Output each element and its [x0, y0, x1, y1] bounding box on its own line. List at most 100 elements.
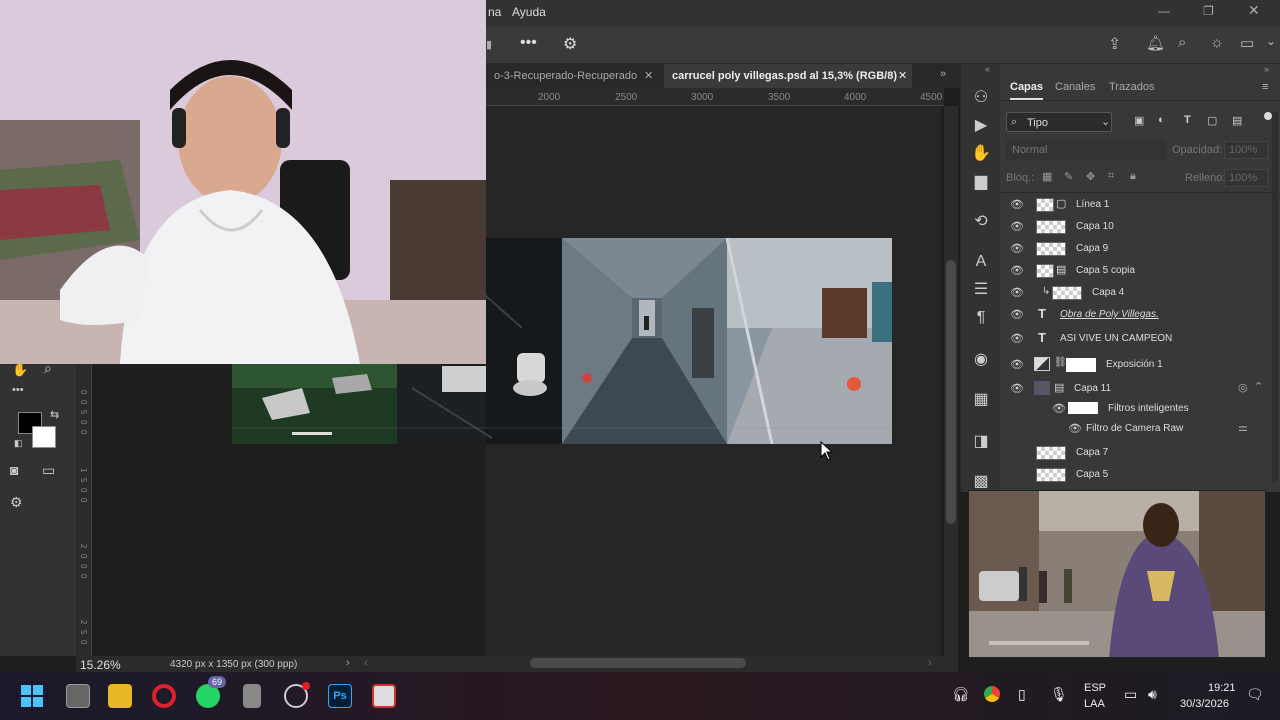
- task-view-icon[interactable]: [66, 684, 90, 708]
- tab-carrucel[interactable]: carrucel poly villegas.psd al 15,3% (RGB…: [664, 64, 912, 88]
- filter-options-icon[interactable]: ⚌: [1238, 421, 1248, 434]
- lock-artboard-icon[interactable]: ⌗: [1108, 170, 1114, 183]
- bell-icon[interactable]: 🔔︎: [1146, 34, 1165, 52]
- collapse-panel-icon[interactable]: »: [1264, 64, 1269, 74]
- menu-item-help[interactable]: Ayuda: [512, 5, 546, 19]
- obs-icon[interactable]: [284, 682, 310, 708]
- visibility-eye-icon[interactable]: 👁︎: [1052, 402, 1066, 415]
- close-tab-icon[interactable]: ✕: [644, 64, 653, 88]
- keyboard-layout[interactable]: LAA: [1084, 698, 1105, 710]
- tab-capas[interactable]: Capas: [1010, 81, 1044, 100]
- scroll-right-icon[interactable]: ›: [928, 657, 932, 669]
- adjustments-icon[interactable]: ☰: [971, 280, 991, 300]
- chevron-right-icon[interactable]: ›: [346, 657, 350, 669]
- visibility-eye-icon[interactable]: 👁︎: [1010, 242, 1024, 255]
- lock-transparency-icon[interactable]: ▦: [1042, 170, 1052, 183]
- opera-browser-icon[interactable]: [152, 684, 176, 708]
- layer-row[interactable]: 👁︎ Filtro de Camera Raw ⚌: [1000, 418, 1270, 440]
- fill-field[interactable]: 100%: [1224, 169, 1268, 187]
- layer-row[interactable]: Capa 5: [1000, 464, 1270, 486]
- workspace-icon[interactable]: ▭: [1240, 34, 1254, 52]
- chevron-up-icon[interactable]: ⌃: [1254, 380, 1263, 393]
- filter-toggle[interactable]: [1264, 112, 1272, 120]
- opacity-field[interactable]: 100%: [1224, 141, 1268, 159]
- chrome-tray-icon[interactable]: [984, 686, 1000, 702]
- visibility-eye-icon[interactable]: [1010, 446, 1024, 458]
- visibility-eye-icon[interactable]: 👁︎: [1010, 382, 1024, 395]
- background-color-swatch[interactable]: [32, 426, 56, 448]
- lock-position-icon[interactable]: ✥: [1086, 170, 1095, 183]
- usb-app-icon[interactable]: [243, 684, 261, 708]
- minimize-icon[interactable]: —: [1158, 4, 1170, 18]
- visibility-eye-icon[interactable]: 👁︎: [1010, 332, 1024, 345]
- scroll-left-icon[interactable]: ‹: [364, 657, 368, 669]
- clock-date[interactable]: 30/3/2026: [1180, 698, 1229, 710]
- close-window-icon[interactable]: ✕: [1248, 2, 1260, 19]
- default-colors-icon[interactable]: ◧: [14, 438, 23, 449]
- table-icon[interactable]: ▦: [971, 390, 991, 410]
- tab-trazados[interactable]: Trazados: [1109, 81, 1154, 93]
- horizontal-scroll-thumb[interactable]: [530, 658, 746, 668]
- lock-pixels-icon[interactable]: ✎: [1064, 170, 1073, 183]
- share-icon[interactable]: ⇪: [1108, 34, 1121, 54]
- hand-tool-icon[interactable]: ✋: [12, 362, 28, 378]
- history-icon[interactable]: ⟲: [971, 212, 991, 232]
- filter-smart-object-icon[interactable]: ▤: [1232, 114, 1242, 127]
- photoshop-icon[interactable]: Ps: [328, 684, 352, 708]
- filter-adjustment-icon[interactable]: ◐: [1158, 114, 1165, 126]
- layer-row[interactable]: 👁︎ ▤ Capa 5 copia: [1000, 260, 1270, 282]
- filter-shape-icon[interactable]: ▢: [1207, 114, 1217, 127]
- tab-recuperado[interactable]: o-3-Recuperado-Recuperado ✕: [486, 64, 662, 88]
- layer-row[interactable]: 👁︎ ▢ Línea 1: [1000, 194, 1270, 216]
- blend-mode-select[interactable]: Normal: [1006, 140, 1166, 160]
- layers-scrollbar[interactable]: [1272, 112, 1278, 482]
- snipping-tool-icon[interactable]: [372, 684, 396, 708]
- language-indicator[interactable]: ESP: [1084, 682, 1106, 694]
- lock-all-icon[interactable]: 🔒︎: [1130, 170, 1136, 183]
- close-tab-icon[interactable]: ✕: [898, 64, 907, 88]
- search-icon[interactable]: ⌕: [1178, 34, 1186, 51]
- filter-pixel-icon[interactable]: ▣: [1134, 114, 1144, 127]
- network-icon[interactable]: ▭: [1124, 686, 1137, 703]
- layer-row[interactable]: 👁︎ ⛓ Exposición 1: [1000, 354, 1270, 376]
- 3d-icon[interactable]: ◉: [971, 350, 991, 370]
- vertical-scroll-thumb[interactable]: [946, 260, 956, 524]
- menu-item-partial[interactable]: na: [488, 5, 501, 19]
- zoom-level[interactable]: 15.26%: [80, 658, 121, 672]
- tabs-overflow-icon[interactable]: »: [940, 68, 946, 80]
- layer-row[interactable]: 👁︎ ↳ Capa 4: [1000, 282, 1270, 304]
- tab-canales[interactable]: Canales: [1055, 81, 1095, 93]
- layer-row[interactable]: 👁︎ ▤ Capa 11 ◎ ⌃: [1000, 378, 1270, 400]
- document-info[interactable]: 4320 px x 1350 px (300 ppp): [170, 659, 297, 670]
- visibility-eye-icon[interactable]: 👁︎: [1010, 286, 1024, 299]
- notifications-icon[interactable]: 🗨︎: [1246, 686, 1264, 703]
- swap-colors-icon[interactable]: ⇆: [50, 408, 59, 421]
- whatsapp-icon[interactable]: 69: [196, 676, 227, 708]
- battery-icon[interactable]: ▯: [1018, 686, 1026, 703]
- hand-icon[interactable]: ✋: [971, 144, 991, 164]
- layer-row[interactable]: 👁︎ Capa 9: [1000, 238, 1270, 260]
- paragraph-icon[interactable]: ¶: [971, 308, 991, 328]
- clock-time[interactable]: 19:21: [1208, 682, 1236, 694]
- restore-icon[interactable]: ❐: [1203, 4, 1214, 18]
- layer-row[interactable]: 👁︎ T ASI VIVE UN CAMPEON: [1000, 328, 1270, 350]
- visibility-eye-icon[interactable]: [1010, 468, 1024, 480]
- discover-icon[interactable]: ☼: [1210, 34, 1224, 51]
- gear-icon[interactable]: ⚙: [563, 34, 577, 54]
- smart-filter-icon[interactable]: ◎: [1238, 381, 1248, 394]
- edit-toolbar-icon[interactable]: ⚙: [10, 494, 23, 511]
- gradient-icon[interactable]: ◨: [971, 432, 991, 452]
- actions-play-icon[interactable]: ▶: [971, 116, 991, 136]
- visibility-eye-icon[interactable]: 👁︎: [1010, 198, 1024, 211]
- windows-start-icon[interactable]: [20, 684, 44, 708]
- character-icon[interactable]: A: [971, 252, 991, 272]
- quick-mask-icon[interactable]: ◙: [10, 462, 18, 478]
- collapse-dock-icon[interactable]: «: [985, 64, 990, 74]
- layer-row[interactable]: 👁︎ T Obra de Poly Villegas.: [1000, 304, 1270, 326]
- visibility-eye-icon[interactable]: 👁︎: [1010, 220, 1024, 233]
- patterns-icon[interactable]: ▩: [971, 472, 991, 492]
- chevron-down-icon[interactable]: ⌄: [1266, 34, 1276, 48]
- more-options-icon[interactable]: •••: [520, 34, 537, 52]
- panel-menu-icon[interactable]: ≡: [1262, 81, 1268, 93]
- visibility-eye-icon[interactable]: 👁︎: [1068, 422, 1082, 435]
